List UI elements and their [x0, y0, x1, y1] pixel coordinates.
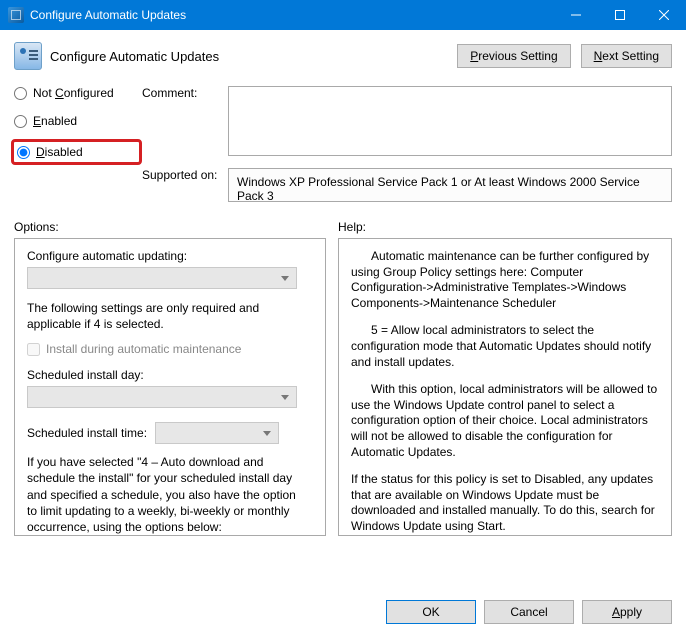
apply-button[interactable]: Apply — [582, 600, 672, 624]
configure-updating-combo-wrap — [27, 267, 297, 289]
scheduled-time-label: Scheduled install time: — [27, 426, 147, 440]
radio-disabled-input[interactable] — [17, 146, 30, 159]
install-during-maintenance-checkbox[interactable] — [27, 343, 40, 356]
scheduled-day-label: Scheduled install day: — [27, 368, 311, 382]
radio-not-configured[interactable]: Not Configured — [14, 86, 136, 100]
ok-button[interactable]: OK — [386, 600, 476, 624]
previous-setting-button[interactable]: Previous Setting — [457, 44, 570, 68]
options-description: If you have selected "4 – Auto download … — [27, 454, 305, 535]
install-during-maintenance-label: Install during automatic maintenance — [46, 342, 241, 356]
supported-label: Supported on: — [142, 168, 222, 182]
nav-buttons: Previous Setting Next Setting — [457, 44, 672, 68]
titlebar: Configure Automatic Updates — [0, 0, 686, 30]
lower-grid: Options: Configure automatic updating: T… — [14, 220, 672, 536]
app-icon — [8, 7, 24, 23]
next-setting-button[interactable]: Next Setting — [581, 44, 672, 68]
window-title: Configure Automatic Updates — [30, 8, 554, 22]
header-row: Configure Automatic Updates Previous Set… — [14, 42, 672, 70]
radio-disabled[interactable]: Disabled — [17, 145, 133, 159]
options-label: Options: — [14, 220, 326, 234]
comment-textarea[interactable] — [228, 86, 672, 156]
cancel-button[interactable]: Cancel — [484, 600, 574, 624]
radio-enabled[interactable]: Enabled — [14, 114, 136, 128]
help-label: Help: — [338, 220, 672, 234]
page-title: Configure Automatic Updates — [50, 49, 449, 64]
supported-on-text: Windows XP Professional Service Pack 1 o… — [228, 168, 672, 202]
radio-not-configured-input[interactable] — [14, 87, 27, 100]
state-radio-group: Not Configured Enabled Disabled — [14, 86, 136, 162]
options-panel[interactable]: Configure automatic updating: The follow… — [14, 238, 326, 536]
help-p2: 5 = Allow local administrators to select… — [351, 323, 659, 370]
scheduled-day-combo[interactable] — [27, 386, 297, 408]
disabled-highlight: Disabled — [11, 139, 142, 165]
close-button[interactable] — [642, 0, 686, 30]
top-grid: Not Configured Enabled Disabled Comment:… — [14, 86, 672, 202]
footer-buttons: OK Cancel Apply — [0, 590, 686, 636]
options-note: The following settings are only required… — [27, 301, 287, 332]
help-p3: With this option, local administrators w… — [351, 382, 659, 460]
scheduled-time-row: Scheduled install time: — [27, 422, 311, 444]
radio-enabled-input[interactable] — [14, 115, 27, 128]
help-p4: If the status for this policy is set to … — [351, 472, 659, 534]
configure-updating-combo[interactable] — [27, 267, 297, 289]
policy-icon — [14, 42, 42, 70]
dialog-content: Configure Automatic Updates Previous Set… — [0, 30, 686, 536]
help-panel[interactable]: Automatic maintenance can be further con… — [338, 238, 672, 536]
scheduled-time-combo[interactable] — [155, 422, 279, 444]
comment-label: Comment: — [142, 86, 222, 100]
scheduled-time-combo-wrap — [155, 422, 279, 444]
help-p1: Automatic maintenance can be further con… — [351, 249, 659, 311]
scheduled-day-combo-wrap — [27, 386, 297, 408]
maximize-button[interactable] — [598, 0, 642, 30]
configure-updating-label: Configure automatic updating: — [27, 249, 311, 263]
install-during-maintenance-row[interactable]: Install during automatic maintenance — [27, 342, 311, 356]
minimize-button[interactable] — [554, 0, 598, 30]
